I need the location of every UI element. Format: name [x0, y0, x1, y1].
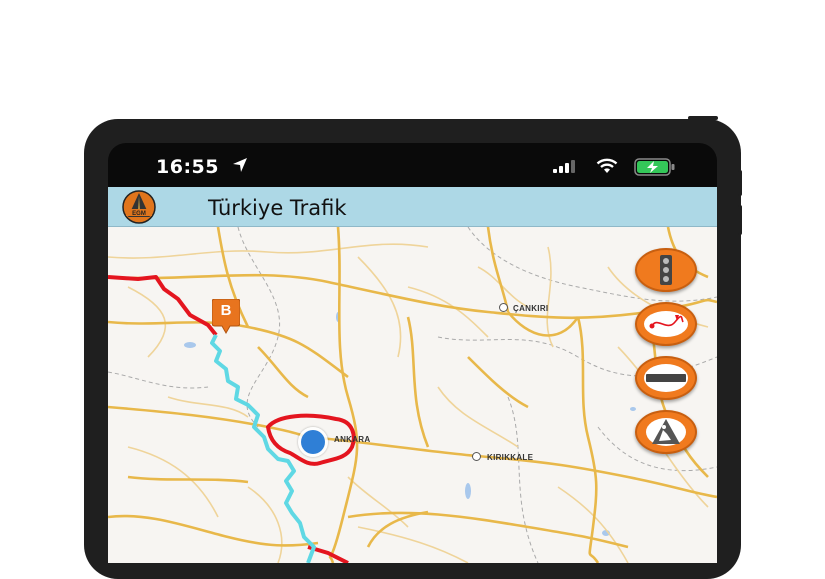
city-dot-cankiri [499, 303, 508, 312]
status-bar: 16:55 [108, 143, 717, 187]
user-location-dot [301, 430, 325, 454]
route-end-label: B [220, 302, 232, 319]
route-icon [644, 311, 688, 337]
svg-text:EGM: EGM [132, 211, 146, 217]
road-closure-button[interactable] [635, 356, 697, 400]
wifi-icon [596, 158, 618, 173]
egm-logo: EGM [122, 190, 156, 224]
battery-charging-icon [634, 158, 675, 176]
roadwork-button[interactable] [635, 410, 697, 454]
roadwork-icon [646, 418, 686, 446]
map-base-layer [108, 227, 717, 563]
route-end-marker[interactable]: B [211, 298, 241, 335]
city-dot-kirikkale [472, 452, 481, 461]
traffic-light-button[interactable] [635, 248, 697, 292]
city-label-kirikkale: KIRIKKALE [487, 453, 534, 462]
map-view[interactable]: ÇANKIRI ANKARA KIRIKKALE B [108, 227, 717, 563]
status-time: 16:55 [156, 156, 219, 178]
city-label-ankara: ANKARA [334, 435, 371, 444]
phone-screen: 16:55 EGM Türkiye Trafik ÇANKIRI ANKARA … [108, 143, 717, 563]
volume-up-button [738, 170, 742, 196]
location-arrow-icon [233, 158, 247, 172]
app-title: Türkiye Trafik [208, 196, 347, 220]
traffic-light-icon [660, 255, 672, 285]
user-location-marker [298, 427, 328, 457]
cellular-signal-icon [553, 160, 575, 173]
app-header: EGM Türkiye Trafik [108, 187, 717, 227]
city-label-cankiri: ÇANKIRI [513, 304, 549, 313]
power-button [688, 116, 718, 120]
route-button[interactable] [635, 302, 697, 346]
volume-down-button [738, 205, 742, 235]
no-entry-icon [644, 364, 688, 392]
